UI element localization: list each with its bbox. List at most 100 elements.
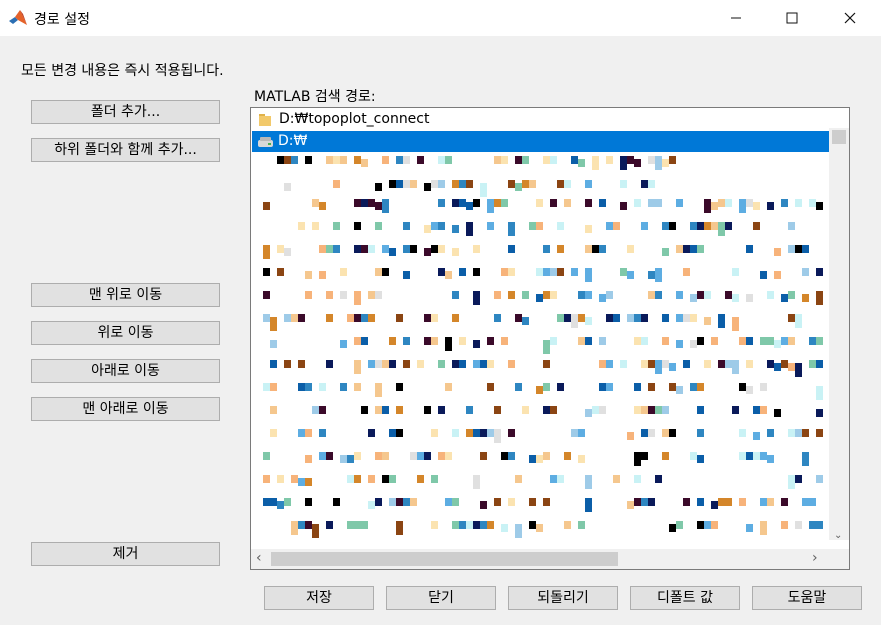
- garbled-char: [711, 521, 718, 529]
- garbled-char: [368, 291, 375, 299]
- garbled-char: [704, 222, 711, 230]
- garbled-char: [501, 156, 508, 164]
- garbled-char: [354, 314, 361, 322]
- garbled-char: [270, 498, 277, 506]
- garbled-char: [361, 406, 368, 414]
- garbled-char: [767, 498, 774, 506]
- garbled-char: [662, 248, 669, 256]
- garbled-char: [634, 383, 641, 391]
- garbled-char: [816, 475, 823, 483]
- garbled-char: [361, 521, 368, 529]
- save-button[interactable]: 저장: [264, 586, 374, 610]
- scroll-left-icon[interactable]: ‹: [256, 550, 262, 566]
- garbled-char: [655, 199, 662, 207]
- garbled-char: [676, 199, 683, 207]
- move-down-button[interactable]: 아래로 이동: [31, 359, 220, 383]
- garbled-char: [550, 268, 557, 276]
- garbled-char: [445, 337, 452, 351]
- remove-button[interactable]: 제거: [31, 542, 220, 566]
- garbled-char: [389, 248, 396, 256]
- garbled-char: [277, 475, 284, 483]
- garbled-char: [550, 475, 557, 483]
- search-path-list[interactable]: D:₩topoplot_connect D:₩ ⌄ ‹ ›: [250, 107, 850, 570]
- garbled-char: [816, 245, 823, 253]
- garbled-char: [389, 429, 396, 437]
- garbled-char: [648, 383, 655, 391]
- garbled-char: [809, 337, 816, 345]
- garbled-char: [403, 156, 410, 164]
- garbled-char: [480, 452, 487, 460]
- garbled-char: [459, 314, 466, 322]
- garbled-char: [627, 501, 634, 509]
- garbled-char: [543, 383, 550, 391]
- close-window-button[interactable]: [821, 0, 879, 36]
- garbled-char: [753, 432, 760, 440]
- garbled-char: [431, 314, 438, 322]
- garbled-char: [298, 383, 305, 391]
- garbled-char: [732, 317, 739, 331]
- garbled-char: [494, 498, 501, 506]
- garbled-char: [284, 498, 291, 506]
- garbled-char: [403, 180, 410, 188]
- vertical-scroll-thumb[interactable]: [832, 130, 846, 144]
- garbled-char: [585, 291, 592, 299]
- move-to-top-button[interactable]: 맨 위로 이동: [31, 283, 220, 307]
- garbled-char: [550, 406, 557, 414]
- help-button[interactable]: 도움말: [752, 586, 862, 610]
- garbled-char: [396, 156, 403, 164]
- move-up-button[interactable]: 위로 이동: [31, 321, 220, 345]
- horizontal-scrollbar[interactable]: ‹ ›: [251, 549, 849, 569]
- garbled-char: [767, 291, 774, 299]
- garbled-char: [319, 406, 326, 414]
- path-item-label: D:₩topoplot_connect: [279, 111, 430, 127]
- garbled-char: [326, 314, 333, 322]
- garbled-char: [746, 294, 753, 302]
- scroll-right-icon[interactable]: ›: [812, 550, 818, 566]
- add-with-subfolders-button[interactable]: 하위 폴더와 함께 추가...: [31, 138, 220, 162]
- garbled-char: [669, 524, 676, 532]
- garbled-char: [284, 248, 291, 256]
- minimize-button[interactable]: [707, 0, 765, 36]
- garbled-char: [487, 521, 494, 529]
- garbled-char: [627, 245, 634, 253]
- garbled-char: [599, 245, 606, 253]
- garbled-char: [585, 317, 592, 325]
- garbled-char: [529, 498, 536, 506]
- garbled-char: [599, 337, 606, 345]
- garbled-char: [550, 156, 557, 164]
- move-to-bottom-button[interactable]: 맨 아래로 이동: [31, 397, 220, 421]
- garbled-char: [578, 337, 585, 345]
- garbled-char: [788, 314, 795, 322]
- garbled-char: [494, 406, 501, 414]
- garbled-char: [263, 202, 270, 210]
- garbled-char: [634, 475, 641, 483]
- matlab-icon: [8, 8, 28, 28]
- garbled-char: [326, 291, 333, 299]
- horizontal-scroll-thumb[interactable]: [271, 552, 618, 566]
- garbled-char: [557, 314, 564, 322]
- garbled-char: [452, 475, 459, 483]
- garbled-char: [389, 180, 396, 188]
- close-button[interactable]: 닫기: [386, 586, 496, 610]
- scroll-down-icon[interactable]: ⌄: [834, 530, 842, 541]
- garbled-char: [648, 271, 655, 279]
- path-list-item[interactable]: D:₩topoplot_connect: [253, 110, 829, 130]
- path-list-item-selected[interactable]: D:₩: [252, 131, 829, 152]
- garbled-char: [774, 248, 781, 256]
- garbled-char: [333, 245, 340, 253]
- add-folder-button[interactable]: 폴더 추가...: [31, 100, 220, 124]
- garbled-char: [473, 268, 480, 276]
- maximize-button[interactable]: [763, 0, 821, 36]
- drive-icon: [258, 136, 274, 152]
- garbled-char: [375, 498, 382, 506]
- garbled-char: [473, 340, 480, 348]
- garbled-char: [487, 268, 494, 276]
- garbled-char: [501, 199, 508, 207]
- revert-button[interactable]: 되돌리기: [508, 586, 618, 610]
- garbled-char: [431, 337, 438, 345]
- default-button[interactable]: 디폴트 값: [630, 586, 740, 610]
- vertical-scrollbar[interactable]: ⌄: [829, 128, 849, 541]
- garbled-char: [508, 268, 515, 276]
- garbled-char: [788, 363, 795, 371]
- garbled-char: [270, 291, 277, 299]
